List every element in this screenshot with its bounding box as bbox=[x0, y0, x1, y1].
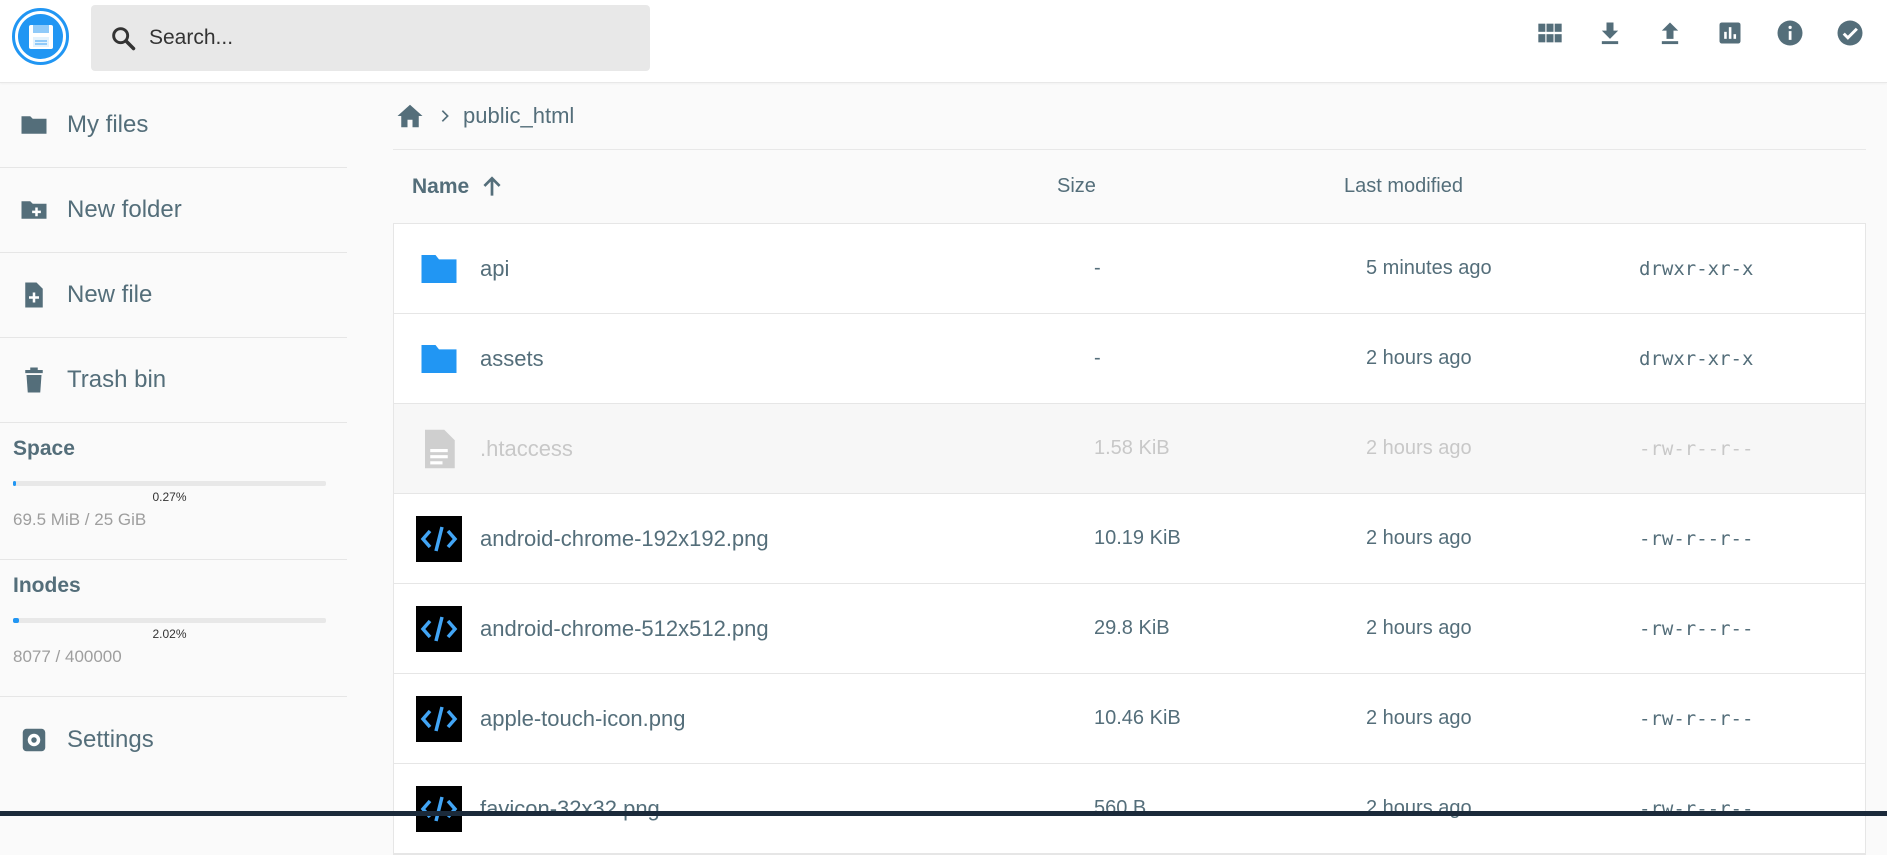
table-row[interactable]: android-chrome-192x192.png 10.19 KiB 2 h… bbox=[394, 494, 1865, 584]
bottom-edge bbox=[0, 811, 1887, 816]
breadcrumb: public_html bbox=[393, 83, 1866, 150]
search-input[interactable] bbox=[149, 26, 629, 50]
gear-icon bbox=[22, 728, 46, 751]
table-row[interactable]: apple-touch-icon.png 10.46 KiB 2 hours a… bbox=[394, 674, 1865, 764]
file-permissions: -rw-r--r-- bbox=[1639, 527, 1754, 550]
inodes-percent: 2.02% bbox=[152, 627, 187, 641]
sidebar-item-settings[interactable]: Settings bbox=[0, 697, 347, 782]
upload-icon[interactable] bbox=[1655, 18, 1685, 48]
file-modified: 2 hours ago bbox=[1366, 707, 1472, 729]
search-icon bbox=[112, 27, 136, 51]
code-file-icon bbox=[416, 785, 462, 832]
file-modified: 2 hours ago bbox=[1366, 797, 1472, 819]
file-permissions: -rw-r--r-- bbox=[1639, 797, 1754, 820]
file-size: 560 B bbox=[1094, 797, 1147, 819]
trash-icon bbox=[25, 367, 43, 393]
table-row[interactable]: api - 5 minutes ago drwxr-xr-x bbox=[394, 224, 1865, 314]
folder-icon bbox=[416, 246, 462, 292]
file-rows: api - 5 minutes ago drwxr-xr-x assets - … bbox=[393, 223, 1866, 855]
column-size-header[interactable]: Size bbox=[1057, 175, 1096, 198]
file-modified: 2 hours ago bbox=[1366, 617, 1472, 639]
info-icon[interactable] bbox=[1775, 18, 1805, 48]
file-listing: public_html Name Size Last modified api … bbox=[393, 83, 1866, 855]
file-size: 29.8 KiB bbox=[1094, 617, 1170, 639]
check-circle-icon[interactable] bbox=[1835, 18, 1865, 48]
table-row[interactable]: android-chrome-512x512.png 29.8 KiB 2 ho… bbox=[394, 584, 1865, 674]
file-size: - bbox=[1094, 257, 1101, 279]
inodes-title: Inodes bbox=[13, 574, 81, 597]
top-bar bbox=[0, 0, 1887, 83]
sidebar-item-my-files[interactable]: My files bbox=[0, 83, 347, 168]
floppy-disk-icon bbox=[18, 14, 63, 59]
file-name: api bbox=[480, 255, 510, 281]
new-file-icon bbox=[25, 282, 43, 308]
file-permissions: drwxr-xr-x bbox=[1639, 257, 1754, 280]
file-name: apple-touch-icon.png bbox=[480, 705, 686, 731]
space-percent: 0.27% bbox=[152, 490, 187, 504]
toolbar-actions bbox=[1535, 18, 1865, 48]
search-bar[interactable] bbox=[91, 5, 650, 71]
sidebar-item-new-file[interactable]: New file bbox=[0, 253, 347, 338]
inodes-amount: 8077 / 400000 bbox=[13, 647, 122, 666]
bar-chart-icon[interactable] bbox=[1715, 18, 1745, 48]
code-file-icon bbox=[416, 515, 462, 562]
file-name: android-chrome-192x192.png bbox=[480, 525, 769, 551]
space-progress-fill bbox=[13, 481, 16, 486]
table-row[interactable]: favicon-32x32.png 560 B 2 hours ago -rw-… bbox=[394, 764, 1865, 854]
sidebar: My files New folder New file Trash bin S… bbox=[0, 83, 347, 816]
chevron-right-icon bbox=[441, 110, 449, 122]
folder-icon bbox=[21, 116, 47, 134]
column-name-header[interactable]: Name bbox=[412, 174, 505, 200]
file-name: android-chrome-512x512.png bbox=[480, 615, 769, 641]
file-modified: 2 hours ago bbox=[1366, 527, 1472, 549]
space-amount: 69.5 MiB / 25 GiB bbox=[13, 510, 147, 529]
code-file-icon bbox=[416, 605, 462, 652]
sidebar-item-label: My files bbox=[67, 111, 149, 138]
document-icon bbox=[416, 426, 462, 472]
inodes-progress-fill bbox=[13, 618, 20, 623]
breadcrumb-item[interactable]: public_html bbox=[463, 103, 574, 129]
file-size: 1.58 KiB bbox=[1094, 437, 1170, 459]
grid-view-icon[interactable] bbox=[1535, 18, 1565, 48]
space-title: Space bbox=[13, 437, 75, 460]
app-logo[interactable] bbox=[12, 8, 69, 65]
folder-icon bbox=[416, 336, 462, 382]
sidebar-item-label: Settings bbox=[67, 725, 154, 753]
file-permissions: -rw-r--r-- bbox=[1639, 707, 1754, 730]
space-progress-bar bbox=[13, 481, 326, 486]
file-permissions: drwxr-xr-x bbox=[1639, 347, 1754, 370]
file-modified: 2 hours ago bbox=[1366, 437, 1472, 459]
file-size: - bbox=[1094, 347, 1101, 369]
file-name: .htaccess bbox=[480, 435, 573, 461]
sidebar-item-label: New file bbox=[67, 281, 153, 308]
arrow-up-icon bbox=[483, 175, 501, 196]
sidebar-item-new-folder[interactable]: New folder bbox=[0, 168, 347, 253]
code-file-icon bbox=[416, 695, 462, 742]
sidebar-item-trash-bin[interactable]: Trash bin bbox=[0, 338, 347, 423]
file-name: assets bbox=[480, 345, 544, 371]
inodes-usage: Inodes 2.02% 8077 / 400000 bbox=[0, 560, 347, 697]
create-folder-icon bbox=[21, 201, 47, 219]
table-row[interactable]: assets - 2 hours ago drwxr-xr-x bbox=[394, 314, 1865, 404]
space-usage: Space 0.27% 69.5 MiB / 25 GiB bbox=[0, 423, 347, 560]
file-name: favicon-32x32.png bbox=[480, 795, 660, 821]
table-row[interactable]: .htaccess 1.58 KiB 2 hours ago -rw-r--r-… bbox=[394, 404, 1865, 494]
home-icon[interactable] bbox=[395, 101, 425, 131]
file-size: 10.46 KiB bbox=[1094, 707, 1181, 729]
column-modified-header[interactable]: Last modified bbox=[1344, 175, 1463, 198]
column-headers: Name Size Last modified bbox=[393, 150, 1866, 223]
file-size: 10.19 KiB bbox=[1094, 527, 1181, 549]
sidebar-item-label: Trash bin bbox=[67, 366, 167, 393]
file-modified: 5 minutes ago bbox=[1366, 257, 1492, 279]
file-permissions: -rw-r--r-- bbox=[1639, 437, 1754, 460]
file-modified: 2 hours ago bbox=[1366, 347, 1472, 369]
download-icon[interactable] bbox=[1595, 18, 1625, 48]
file-permissions: -rw-r--r-- bbox=[1639, 617, 1754, 640]
sidebar-item-label: New folder bbox=[67, 196, 182, 223]
inodes-progress-bar bbox=[13, 618, 326, 623]
